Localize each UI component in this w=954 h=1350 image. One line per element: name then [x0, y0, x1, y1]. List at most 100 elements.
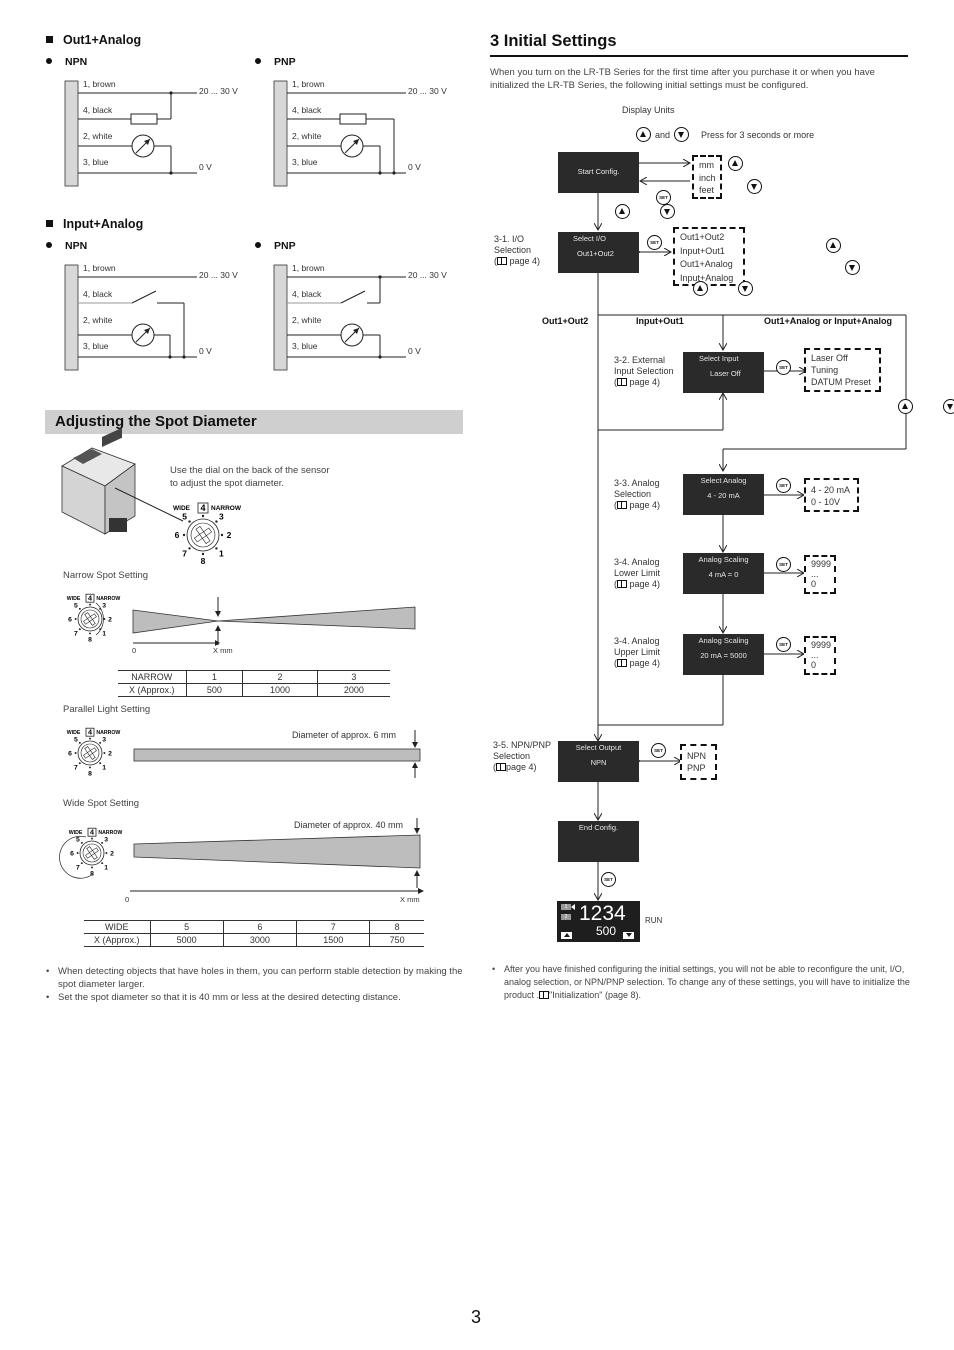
- label-line: 3-4. Analog: [614, 636, 660, 646]
- initial-settings-heading: 3 Initial Settings: [490, 32, 908, 57]
- table-row: X (Approx.) 500 1000 2000: [118, 683, 390, 697]
- npn-pnp-options: NPN PNP: [680, 744, 717, 780]
- option-max[interactable]: 9999: [811, 640, 831, 650]
- option-input-out1[interactable]: Input+Out1: [680, 245, 738, 259]
- screen-value: 20 mA = 5000: [700, 651, 747, 660]
- dial-tick: [89, 766, 91, 769]
- analog-selection-label: 3-3. Analog Selection ( page 4): [614, 478, 660, 511]
- spot-dial-narrow: 1 2 3 4 5 6 7 8 WIDE NARROW: [58, 591, 133, 649]
- channel-1-indicator: 1: [561, 904, 571, 910]
- dial-tick: [78, 741, 81, 744]
- option-input-analog[interactable]: Input+Analog: [680, 272, 738, 286]
- dial-position-label: 3: [102, 602, 106, 609]
- screen-end-config: End Config.: [558, 821, 639, 862]
- table-cell: 750: [369, 933, 424, 947]
- option-mm[interactable]: mm: [699, 159, 715, 172]
- screen-value: 4 - 20 mA: [707, 491, 740, 500]
- screen-value: Laser Off: [710, 369, 741, 378]
- screen-select-input: Select Input Laser Off: [683, 352, 764, 393]
- table-row: X (Approx.) 5000 3000 1500 750: [84, 933, 424, 947]
- up-button-icon[interactable]: [614, 204, 630, 219]
- dial-tick: [103, 752, 106, 754]
- dial-wide-label: WIDE: [173, 505, 191, 512]
- option-ellipsis: ...: [811, 650, 819, 660]
- dial-tick: [89, 737, 91, 740]
- set-button-icon[interactable]: [601, 872, 616, 887]
- dial-position-label: 6: [175, 530, 180, 540]
- narrow-spot-title: Narrow Spot Setting: [63, 570, 149, 581]
- dial-position-label: 4: [88, 594, 92, 603]
- option-inch[interactable]: inch: [699, 172, 716, 185]
- set-button-icon[interactable]: [776, 557, 791, 572]
- dial-tick: [215, 520, 218, 523]
- option-pnp[interactable]: PNP: [687, 762, 710, 774]
- option-min[interactable]: 0: [811, 579, 829, 589]
- branch-analog: Out1+Analog or Input+Analog: [764, 316, 892, 326]
- set-button-icon[interactable]: [776, 478, 791, 493]
- option-out1-out2[interactable]: Out1+Out2: [680, 231, 738, 245]
- spot-dial-main[interactable]: 1 2 3 4 5 6 7 8 WIDE NARROW: [165, 497, 260, 569]
- supply-voltage-label: 20 ... 30 V: [408, 86, 447, 96]
- dial-position-label: 8: [90, 870, 94, 877]
- screen-value: 4 mA = 0: [708, 570, 739, 579]
- dial-tick: [188, 547, 191, 550]
- option-min[interactable]: 0: [811, 660, 829, 670]
- dial-wide-label: WIDE: [67, 596, 81, 602]
- label-line: 3-4. Analog: [614, 557, 660, 567]
- option-laser-off[interactable]: Laser Off: [811, 352, 874, 364]
- option-npn[interactable]: NPN: [687, 750, 710, 762]
- dial-wide-label: WIDE: [67, 730, 81, 736]
- dial-position-label: 5: [74, 602, 78, 609]
- set-button-icon[interactable]: [776, 360, 791, 375]
- label-line: ( page 4): [614, 377, 661, 387]
- dial-position-label: 5: [74, 736, 78, 743]
- input-npn-heading: NPN: [46, 240, 87, 252]
- and-label: and: [655, 129, 671, 140]
- option-0-10v[interactable]: 0 - 10V: [811, 496, 852, 508]
- dial-position-label: 5: [182, 512, 187, 522]
- screen-title: Select Analog: [700, 476, 747, 485]
- set-button-icon[interactable]: [776, 637, 791, 652]
- set-button-icon[interactable]: [647, 235, 662, 250]
- dial-position-label: 6: [68, 616, 72, 623]
- wide-beam: [130, 818, 424, 894]
- page-ref: page 4): [629, 579, 661, 589]
- set-button-icon[interactable]: [656, 190, 671, 205]
- set-button-icon[interactable]: [651, 743, 666, 758]
- option-max[interactable]: 9999: [811, 559, 831, 569]
- option-ellipsis: ...: [811, 569, 819, 579]
- dial-position-label: 3: [102, 736, 106, 743]
- channel-pointer-icon: [571, 904, 575, 910]
- table-cell: X (Approx.): [84, 933, 150, 947]
- table-cell: X (Approx.): [118, 683, 186, 697]
- wire-label: 4, black: [292, 105, 322, 115]
- label-line: Upper Limit: [614, 647, 661, 657]
- up-button-icon[interactable]: [897, 399, 913, 414]
- table-cell: 3000: [222, 933, 297, 947]
- branch-out1-out2: Out1+Out2: [542, 316, 589, 326]
- label-line: 3-2. External: [614, 355, 666, 365]
- ext-input-options: Laser Off Tuning DATUM Preset: [804, 348, 881, 392]
- display-units-label: Display Units: [622, 105, 675, 115]
- up-button-icon[interactable]: [728, 156, 743, 171]
- option-datum-preset[interactable]: DATUM Preset: [811, 376, 874, 388]
- page-ref: page 4): [629, 377, 661, 387]
- note-link-initialization[interactable]: "Initialization" (page 8).: [549, 990, 641, 1000]
- option-4-20ma[interactable]: 4 - 20 mA: [811, 484, 852, 496]
- dial-position-label: 3: [219, 512, 224, 522]
- narrow-beam: [132, 597, 416, 646]
- option-tuning[interactable]: Tuning: [811, 364, 874, 376]
- down-button-icon[interactable]: [942, 399, 954, 414]
- dial-position-label: 3: [104, 836, 108, 843]
- io-options: Out1+Out2 Input+Out1 Out1+Analog Input+A…: [673, 227, 745, 286]
- dial-position-label: 8: [201, 556, 206, 566]
- screen-start-config: Start Config.: [558, 152, 639, 193]
- dial-position-label: 2: [110, 850, 114, 857]
- dial-narrow-label: NARROW: [96, 730, 120, 736]
- option-feet[interactable]: feet: [699, 184, 715, 197]
- option-out1-analog[interactable]: Out1+Analog: [680, 258, 738, 272]
- label-line: ( page 4): [614, 579, 661, 589]
- up-button-icon[interactable]: [825, 238, 841, 253]
- dial-position-label: 4: [200, 503, 205, 513]
- up-button-icon[interactable]: [692, 281, 708, 296]
